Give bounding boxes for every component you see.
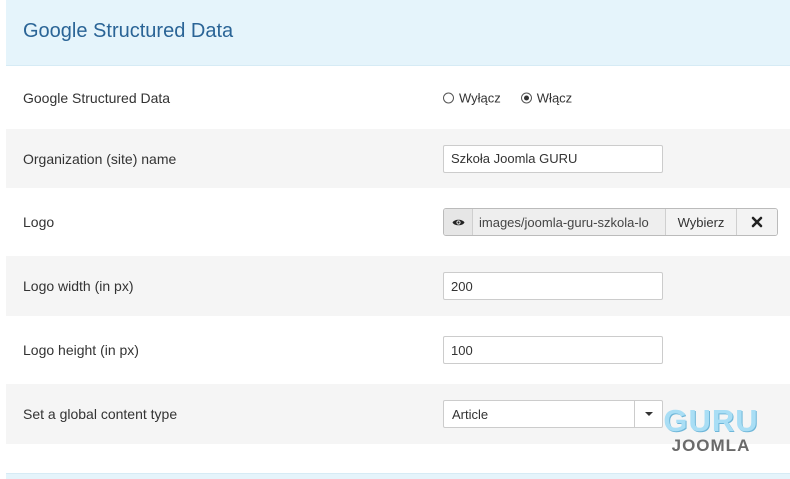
- close-icon[interactable]: [737, 209, 777, 235]
- logo-width-label: Logo width (in px): [23, 278, 134, 294]
- logo-height-label: Logo height (in px): [23, 342, 139, 358]
- logo-select-button[interactable]: Wybierz: [666, 209, 737, 235]
- radio-off-circle[interactable]: [443, 92, 454, 103]
- organization-name-input[interactable]: Szkoła Joomla GURU: [443, 144, 663, 173]
- radio-on-circle[interactable]: [520, 92, 532, 103]
- logo-path-input[interactable]: images/joomla-guru-szkola-lo: [473, 209, 666, 235]
- row-logo-height: Logo height (in px) 100: [6, 316, 790, 384]
- radio-off-label[interactable]: Wyłącz: [459, 90, 501, 105]
- panel-title: Google Structured Data: [23, 20, 234, 42]
- panel-header: Google Structured Data: [6, 0, 790, 66]
- chevron-down-icon[interactable]: [634, 401, 662, 427]
- radio-on-label[interactable]: Włącz: [537, 90, 572, 105]
- row-organization-name: Organization (site) name Szkoła Joomla G…: [6, 129, 790, 188]
- content-type-label: Set a global content type: [23, 406, 178, 422]
- content-type-value[interactable]: Article: [444, 401, 634, 427]
- organization-name-label: Organization (site) name: [23, 150, 177, 167]
- structured-data-label: Google Structured Data: [23, 89, 171, 106]
- content-type-select[interactable]: Article: [443, 400, 663, 428]
- structured-data-radio-group: Wyłącz Włącz: [443, 90, 572, 105]
- logo-width-input[interactable]: 200: [443, 272, 663, 300]
- radio-option-off[interactable]: Wyłącz: [443, 90, 501, 105]
- next-panel-header: [6, 473, 790, 479]
- logo-media-field: images/joomla-guru-szkola-lo Wybierz: [443, 208, 778, 236]
- logo-label: Logo: [23, 214, 55, 230]
- row-structured-data: Google Structured Data Wyłącz Włącz: [6, 66, 790, 129]
- radio-option-on[interactable]: Włącz: [520, 90, 572, 105]
- eye-icon[interactable]: [444, 209, 473, 235]
- row-logo-width: Logo width (in px) 200: [6, 256, 790, 316]
- row-logo: Logo images/joomla-guru-szkola-lo Wybier…: [6, 188, 790, 256]
- settings-page: Google Structured Data Google Structured…: [0, 0, 790, 479]
- logo-height-input[interactable]: 100: [443, 336, 663, 364]
- row-content-type: Set a global content type Article: [6, 384, 790, 444]
